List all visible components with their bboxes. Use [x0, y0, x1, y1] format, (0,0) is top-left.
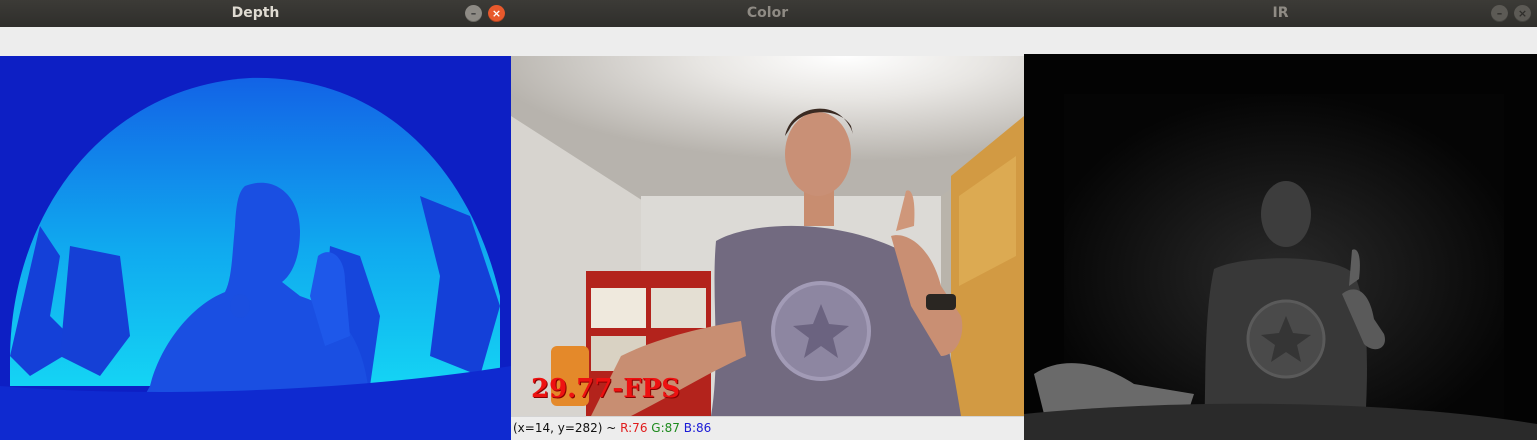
depth-titlebar[interactable]: Depth – × [0, 0, 511, 27]
ir-image[interactable] [1024, 54, 1537, 440]
red-value: R:76 [620, 421, 648, 435]
depth-window: Depth – × [0, 0, 511, 440]
depth-window-controls: – × [465, 5, 505, 22]
minimize-icon[interactable]: – [465, 5, 482, 22]
color-toolbar [511, 27, 1024, 55]
color-titlebar[interactable]: Color [511, 0, 1024, 27]
ir-window-title: IR [1272, 5, 1289, 21]
ir-window-controls: – × [1491, 5, 1531, 22]
ir-titlebar[interactable]: IR – × [1024, 0, 1537, 27]
blue-value: B:86 [683, 421, 712, 435]
close-icon[interactable]: × [1514, 5, 1531, 22]
depth-image[interactable] [0, 56, 511, 440]
cursor-coordinates: (x=14, y=282) ~ [513, 421, 621, 435]
ir-toolbar [1024, 27, 1537, 53]
color-window-title: Color [746, 5, 789, 21]
color-window: Color 29.77-FPS (x=14, y=282) ~ R:76 G:8… [511, 0, 1024, 440]
color-image[interactable]: 29.77-FPS [511, 56, 1024, 416]
minimize-icon[interactable]: – [1491, 5, 1508, 22]
fps-overlay: 29.77-FPS [531, 374, 680, 404]
ir-window: IR – × [1024, 0, 1537, 440]
close-icon[interactable]: × [488, 5, 505, 22]
pixel-status-bar: (x=14, y=282) ~ R:76 G:87 B:86 [511, 416, 1024, 440]
depth-toolbar [0, 27, 511, 55]
green-value: G:87 [651, 421, 680, 435]
depth-window-title: Depth [231, 5, 280, 21]
